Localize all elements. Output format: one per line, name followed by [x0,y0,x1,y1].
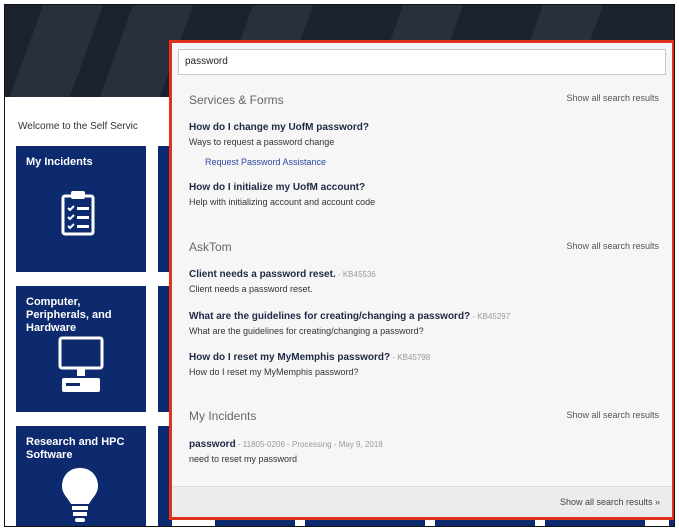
search-input[interactable] [185,56,659,67]
section-title-asktom: AskTom [189,240,232,254]
result-subtitle: How do I reset my MyMemphis password? [189,367,359,377]
tile-label: Computer, Peripherals, and Hardware [26,296,112,334]
tile-computer-hardware[interactable]: Computer, Peripherals, and Hardware [16,286,146,412]
tile-research-hpc[interactable]: Research and HPC Software [16,426,146,526]
result-subtitle: Ways to request a password change [189,137,335,147]
result-meta: - 11805-0206 - Processing - May 9, 2018 [235,440,383,449]
show-all-services-link[interactable]: Show all search results [566,93,659,103]
result-title-text: What are the guidelines for creating/cha… [189,311,471,322]
result-title-text: How do I reset my MyMemphis password? [189,352,391,363]
result-title[interactable]: What are the guidelines for creating/cha… [189,311,510,322]
result-title[interactable]: How do I reset my MyMemphis password? - … [189,352,430,363]
tile-partial [545,520,645,526]
tile-partial [215,520,295,526]
lightbulb-icon [62,468,98,522]
page-frame: Welcome to the Self Servic My Incidents … [4,4,675,527]
result-title[interactable]: password - 11805-0206 - Processing - May… [189,439,383,450]
result-subtitle: Client needs a password reset. [189,284,313,294]
show-all-incidents-link[interactable]: Show all search results [566,410,659,420]
section-title-services-forms: Services & Forms [189,93,284,107]
show-all-asktom-link[interactable]: Show all search results [566,241,659,251]
result-subtitle: Help with initializing account and accou… [189,197,376,207]
tile-partial [305,520,425,526]
result-subtitle: What are the guidelines for creating/cha… [189,326,424,336]
clipboard-checklist-icon [61,191,95,236]
result-title-text: Client needs a password reset. [189,269,336,280]
search-dropdown: Services & Forms Show all search results… [169,40,674,520]
result-meta: - KB45798 [390,353,431,362]
result-subtitle: need to reset my password [189,454,298,464]
result-meta: - KB45536 [335,270,376,279]
result-title[interactable]: How do I change my UofM password? [189,122,369,133]
tile-my-incidents[interactable]: My Incidents [16,146,146,272]
result-title-text: password [189,439,236,450]
welcome-text: Welcome to the Self Servic [18,121,138,132]
result-title[interactable]: How do I initialize my UofM account? [189,182,365,193]
dropdown-footer: Show all search results » [172,486,672,517]
result-title[interactable]: Client needs a password reset. - KB45536 [189,269,376,280]
computer-monitor-icon [58,336,104,392]
tile-partial [435,520,535,526]
section-title-my-incidents: My Incidents [189,409,257,423]
result-meta: - KB45297 [470,312,511,321]
search-box[interactable] [178,49,666,75]
show-all-results-footer-link[interactable]: Show all search results » [560,497,660,507]
request-password-assistance-link[interactable]: Request Password Assistance [205,157,326,167]
tile-label: Research and HPC Software [26,436,125,461]
tile-label: My Incidents [26,156,93,168]
